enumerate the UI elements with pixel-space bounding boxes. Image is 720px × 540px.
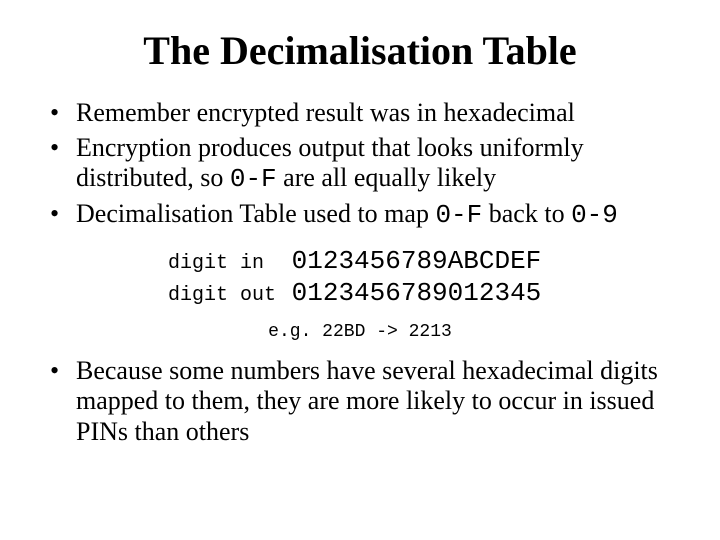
bullet-2: Encryption produces output that looks un… xyxy=(46,133,682,195)
bullet-list-top: Remember encrypted result was in hexadec… xyxy=(38,98,682,231)
bullet-3-pre: Decimalisation Table used to map xyxy=(76,199,435,228)
table-label-out: digit out xyxy=(168,284,276,307)
example-line: e.g. 22BD -> 2213 xyxy=(38,322,682,342)
table-value-out: 0123456789012345 xyxy=(276,278,541,308)
slide: The Decimalisation Table Remember encryp… xyxy=(0,0,720,540)
bullet-2-code: 0-F xyxy=(230,164,277,194)
slide-title: The Decimalisation Table xyxy=(38,28,682,74)
bullet-4: Because some numbers have several hexade… xyxy=(46,356,682,448)
bullet-1: Remember encrypted result was in hexadec… xyxy=(46,98,682,129)
table-value-in: 0123456789ABCDEF xyxy=(276,246,541,276)
bullet-2-post: are all equally likely xyxy=(277,163,496,192)
bullet-3-mid: back to xyxy=(482,199,571,228)
decimalisation-table: digit in 0123456789ABCDEF digit out 0123… xyxy=(38,245,682,310)
bullet-3: Decimalisation Table used to map 0-F bac… xyxy=(46,199,682,231)
table-label-in: digit in xyxy=(168,252,276,275)
bullet-list-bottom: Because some numbers have several hexade… xyxy=(38,356,682,448)
bullet-3-code2: 0-9 xyxy=(571,200,618,230)
bullet-3-code1: 0-F xyxy=(435,200,482,230)
